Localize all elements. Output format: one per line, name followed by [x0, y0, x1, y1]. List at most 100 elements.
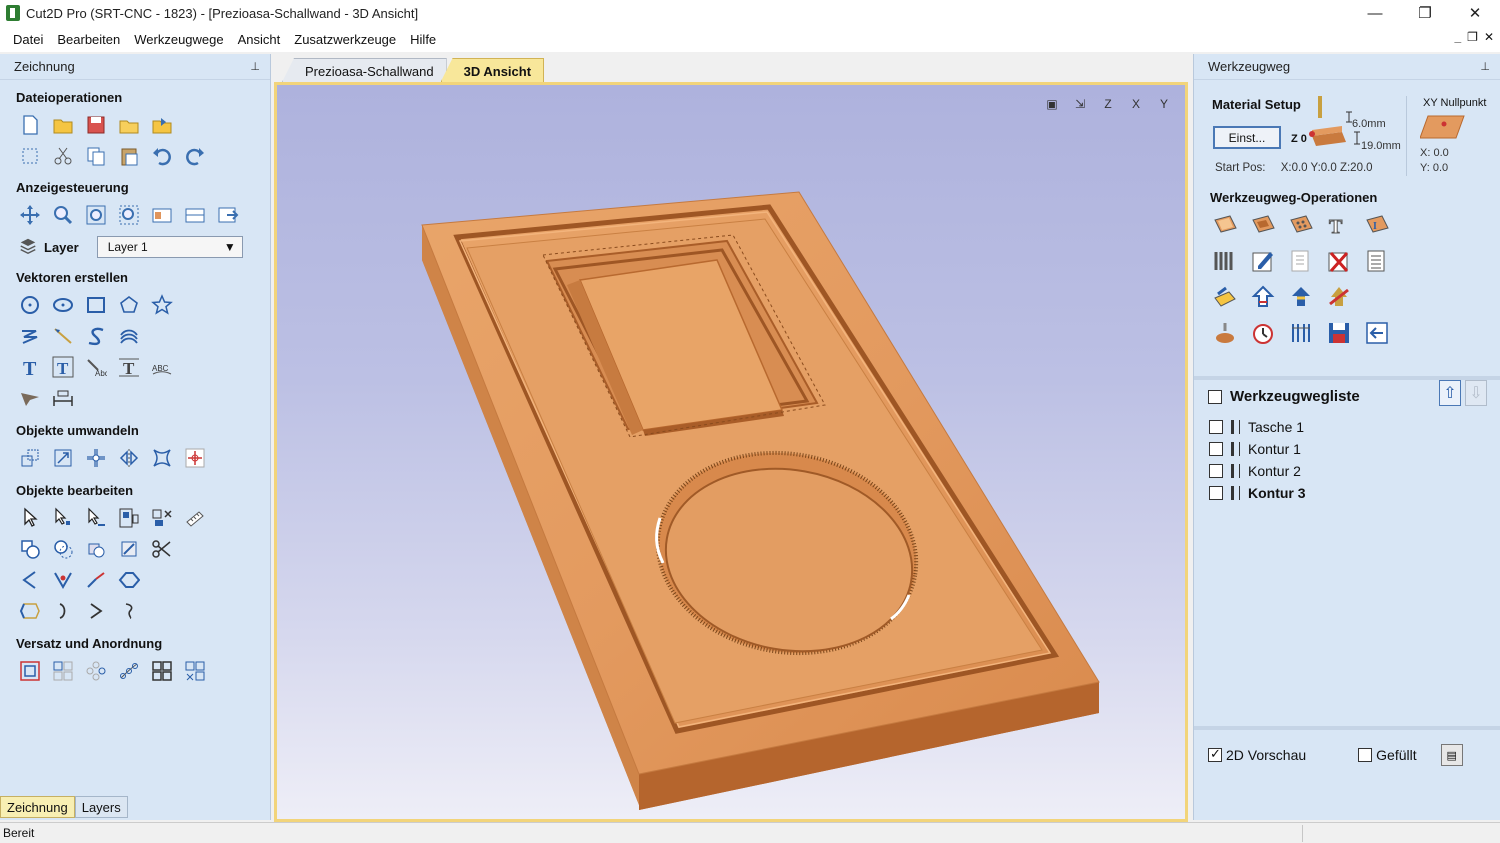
zoom-icon[interactable] — [50, 202, 75, 227]
undo-icon[interactable] — [149, 143, 174, 168]
preview-2d-checkbox[interactable] — [1208, 746, 1222, 762]
close-vector-icon[interactable] — [116, 567, 141, 592]
filled-checkbox[interactable] — [1358, 748, 1373, 762]
join-open-icon[interactable] — [17, 567, 42, 592]
cut-icon[interactable] — [50, 143, 75, 168]
line-tool-icon[interactable] — [50, 323, 75, 348]
polyline-tool-icon[interactable] — [17, 323, 42, 348]
preview-2d-option[interactable]: 2D Vorschau — [1208, 746, 1306, 763]
list-item[interactable]: Tasche 1 — [1209, 416, 1306, 438]
pocket-toolpath-icon[interactable] — [1248, 211, 1278, 239]
toolpath-checkbox[interactable] — [1209, 420, 1223, 434]
weld-icon[interactable] — [17, 536, 42, 561]
drilling-toolpath-icon[interactable] — [1286, 211, 1316, 239]
redo-icon[interactable] — [182, 143, 207, 168]
menu-werkzeugwege[interactable]: Werkzeugwege — [127, 32, 230, 47]
scale-object-icon[interactable] — [50, 445, 75, 470]
save-icon[interactable] — [83, 112, 108, 137]
interactive-edit-icon[interactable] — [83, 505, 108, 530]
view-2d-icon[interactable] — [149, 202, 174, 227]
material-setup-button[interactable]: Einst... — [1213, 126, 1281, 149]
ungroup-icon[interactable] — [149, 505, 174, 530]
menu-hilfe[interactable]: Hilfe — [403, 32, 443, 47]
filled-option[interactable]: Gefüllt — [1358, 747, 1417, 763]
pin-icon[interactable]: ⊥ — [1480, 60, 1490, 73]
xy-zero-icon[interactable] — [1420, 112, 1466, 142]
layer-dropdown[interactable]: Layer 1 ▼ — [96, 236, 243, 258]
save-toolpath-icon[interactable] — [1324, 319, 1354, 347]
open-folder-icon[interactable] — [50, 112, 75, 137]
time-estimate-icon[interactable] — [1248, 319, 1278, 347]
delete-toolpath-icon[interactable] — [1324, 247, 1354, 275]
text-arc-icon[interactable]: ABC — [149, 354, 174, 379]
view-split-icon[interactable] — [182, 202, 207, 227]
bezier-tool-icon[interactable] — [116, 598, 141, 623]
align-center-icon[interactable] — [182, 445, 207, 470]
star-tool-icon[interactable] — [149, 292, 174, 317]
circular-array-icon[interactable] — [83, 658, 108, 683]
ellipse-tool-icon[interactable] — [50, 292, 75, 317]
toolpath-summary-icon[interactable] — [1362, 247, 1392, 275]
tab-zeichnung[interactable]: Zeichnung — [0, 796, 75, 818]
nesting-icon[interactable] — [149, 658, 174, 683]
mdi-minimize-button[interactable]: _ — [1454, 30, 1461, 44]
import-icon[interactable] — [149, 112, 174, 137]
menu-zusatzwerkzeuge[interactable]: Zusatzwerkzeuge — [287, 32, 403, 47]
move-up-button[interactable]: ⇧ — [1439, 380, 1461, 406]
maximize-button[interactable]: ❐ — [1400, 0, 1450, 26]
vcarve-toolpath-icon[interactable]: I — [1362, 211, 1392, 239]
trace-bitmap-icon[interactable] — [17, 385, 42, 410]
list-item[interactable]: Kontur 3 — [1209, 482, 1306, 504]
extend-vector-icon[interactable] — [83, 567, 108, 592]
select-pointer-icon[interactable] — [17, 505, 42, 530]
export-toolpath-icon[interactable] — [1362, 319, 1392, 347]
open-recent-icon[interactable] — [116, 112, 141, 137]
offset-icon[interactable] — [17, 658, 42, 683]
minimize-button[interactable]: — — [1350, 0, 1400, 26]
toolpath-checkbox[interactable] — [1209, 486, 1223, 500]
smooth-polyline-icon[interactable] — [17, 598, 42, 623]
toolpath-checkbox[interactable] — [1209, 464, 1223, 478]
recalculate-all-icon[interactable] — [1210, 283, 1240, 311]
rotate-object-icon[interactable] — [83, 445, 108, 470]
view-x-icon[interactable]: X — [1125, 93, 1147, 115]
zoom-selection-icon[interactable] — [116, 202, 141, 227]
fit-view-icon[interactable]: ▣ — [1041, 93, 1063, 115]
menu-ansicht[interactable]: Ansicht — [231, 32, 288, 47]
node-edit-icon[interactable] — [50, 505, 75, 530]
copy-icon[interactable] — [83, 143, 108, 168]
menu-bearbeiten[interactable]: Bearbeiten — [50, 32, 127, 47]
move-object-icon[interactable] — [17, 445, 42, 470]
toolpath-template-icon[interactable] — [1286, 247, 1316, 275]
edit-toolpath-icon[interactable] — [1248, 247, 1278, 275]
tool-database-icon[interactable] — [1210, 319, 1240, 347]
view-y-icon[interactable]: Y — [1153, 93, 1175, 115]
engraving-toolpath-icon[interactable]: T — [1324, 211, 1354, 239]
spiral-tool-icon[interactable] — [116, 323, 141, 348]
scissors-icon[interactable] — [149, 536, 174, 561]
select-all-icon[interactable] — [17, 143, 42, 168]
toolpath-checkbox[interactable] — [1209, 442, 1223, 456]
reset-preview-icon[interactable] — [1324, 283, 1354, 311]
measure-tool-icon[interactable] — [182, 505, 207, 530]
list-item[interactable]: Kontur 2 — [1209, 460, 1306, 482]
3d-viewport[interactable]: ▣ ⇲ Z X Y — [274, 82, 1188, 822]
mdi-close-button[interactable]: ✕ — [1484, 30, 1494, 44]
text-box-tool-icon[interactable]: T — [50, 354, 75, 379]
fluting-toolpath-icon[interactable] — [1210, 247, 1240, 275]
polygon-tool-icon[interactable] — [116, 292, 141, 317]
menu-datei[interactable]: Datei — [6, 32, 50, 47]
zoom-extents-icon[interactable] — [83, 202, 108, 227]
auto-layout-icon[interactable] — [182, 658, 207, 683]
group-icon[interactable] — [116, 505, 141, 530]
distort-object-icon[interactable] — [149, 445, 174, 470]
merge-toolpaths-icon[interactable] — [1286, 319, 1316, 347]
view-z-icon[interactable]: Z — [1097, 93, 1119, 115]
mdi-restore-button[interactable]: ❐ — [1467, 30, 1478, 44]
tab-layers[interactable]: Layers — [74, 796, 128, 818]
intersect-icon[interactable] — [83, 536, 108, 561]
new-file-icon[interactable] — [17, 112, 42, 137]
text-on-curve-icon[interactable]: Abc — [83, 354, 108, 379]
array-copy-icon[interactable] — [50, 658, 75, 683]
preview-selected-icon[interactable] — [1286, 283, 1316, 311]
